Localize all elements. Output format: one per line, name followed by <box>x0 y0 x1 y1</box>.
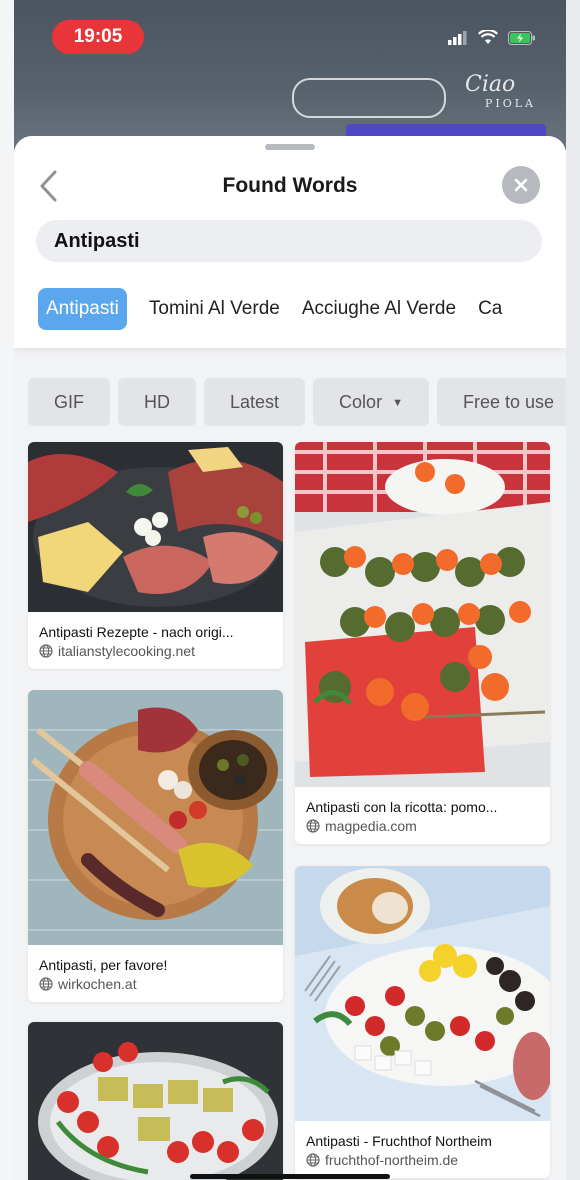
result-source: italianstylecooking.net <box>28 640 283 659</box>
filter-latest[interactable]: Latest <box>204 378 306 426</box>
caret-down-icon: ▼ <box>392 397 403 409</box>
wifi-icon <box>478 30 498 44</box>
result-source: fruchthof-northeim.de <box>295 1149 550 1168</box>
result-caption: Antipasti - Fruchthof Northeim <box>306 1133 492 1149</box>
found-words-sheet: Found Words Antipasti Antipasti Tomini A… <box>14 136 566 1180</box>
filter-free-to-use[interactable]: Free to use <box>436 378 566 426</box>
word-chip-acciughe-al-verde[interactable]: Acciughe Al Verde <box>302 298 456 320</box>
result-source: magpedia.com <box>295 815 550 834</box>
word-chip-truncated[interactable]: Ca <box>478 298 502 320</box>
globe-icon <box>39 977 53 991</box>
result-card[interactable]: Antipasti - Fruchthof Northeim fruchthof… <box>295 866 550 1178</box>
close-button[interactable] <box>502 166 540 204</box>
result-image <box>295 442 550 787</box>
globe-icon <box>306 1153 320 1167</box>
result-source-domain: italianstylecooking.net <box>58 643 195 659</box>
word-chip-antipasti[interactable]: Antipasti <box>38 288 127 330</box>
close-icon <box>514 178 528 192</box>
left-bezel <box>0 0 15 1180</box>
search-input[interactable]: Antipasti <box>36 220 542 262</box>
result-caption: Antipasti, per favore! <box>39 957 168 973</box>
background-logo: Ciao PIOLA <box>464 72 536 110</box>
result-source: wirkochen.at <box>28 973 283 992</box>
result-caption: Antipasti Rezepte - nach origi... <box>39 624 234 640</box>
result-source-domain: wirkochen.at <box>58 976 137 992</box>
result-card[interactable]: Antipasti, per favore! wirkochen.at <box>28 690 283 1002</box>
result-image <box>28 442 283 612</box>
result-caption: Antipasti con la ricotta: pomo... <box>306 799 498 815</box>
result-image <box>28 1022 283 1180</box>
sheet-header: Found Words Antipasti Antipasti Tomini A… <box>14 136 566 348</box>
status-bar: 19:05 <box>14 8 566 60</box>
home-indicator <box>190 1174 390 1179</box>
sheet-title: Found Words <box>222 174 358 197</box>
filter-gif[interactable]: GIF <box>28 378 110 426</box>
status-icons <box>448 30 536 45</box>
found-words-row: Antipasti Tomini Al Verde Acciughe Al Ve… <box>38 288 566 330</box>
word-chip-tomini-al-verde[interactable]: Tomini Al Verde <box>149 298 280 320</box>
result-image <box>295 866 550 1121</box>
result-source-domain: magpedia.com <box>325 818 417 834</box>
battery-icon <box>508 30 535 45</box>
result-card[interactable] <box>28 1022 283 1180</box>
sheet-grabber[interactable] <box>265 144 315 150</box>
result-image <box>28 690 283 945</box>
filter-color-label: Color <box>339 392 383 412</box>
filter-row: GIF HD Latest Color ▼ Free to use <box>28 378 566 428</box>
globe-icon <box>39 644 53 658</box>
result-card[interactable]: Antipasti con la ricotta: pomo... magped… <box>295 442 550 844</box>
result-card[interactable]: Antipasti Rezepte - nach origi... italia… <box>28 442 283 669</box>
globe-icon <box>306 819 320 833</box>
result-source-domain: fruchthof-northeim.de <box>325 1152 459 1168</box>
fork-drawing <box>292 78 446 118</box>
signal-icon <box>448 30 467 45</box>
filter-color[interactable]: Color ▼ <box>313 378 429 426</box>
status-time: 19:05 <box>52 20 144 54</box>
filter-hd[interactable]: HD <box>118 378 196 426</box>
